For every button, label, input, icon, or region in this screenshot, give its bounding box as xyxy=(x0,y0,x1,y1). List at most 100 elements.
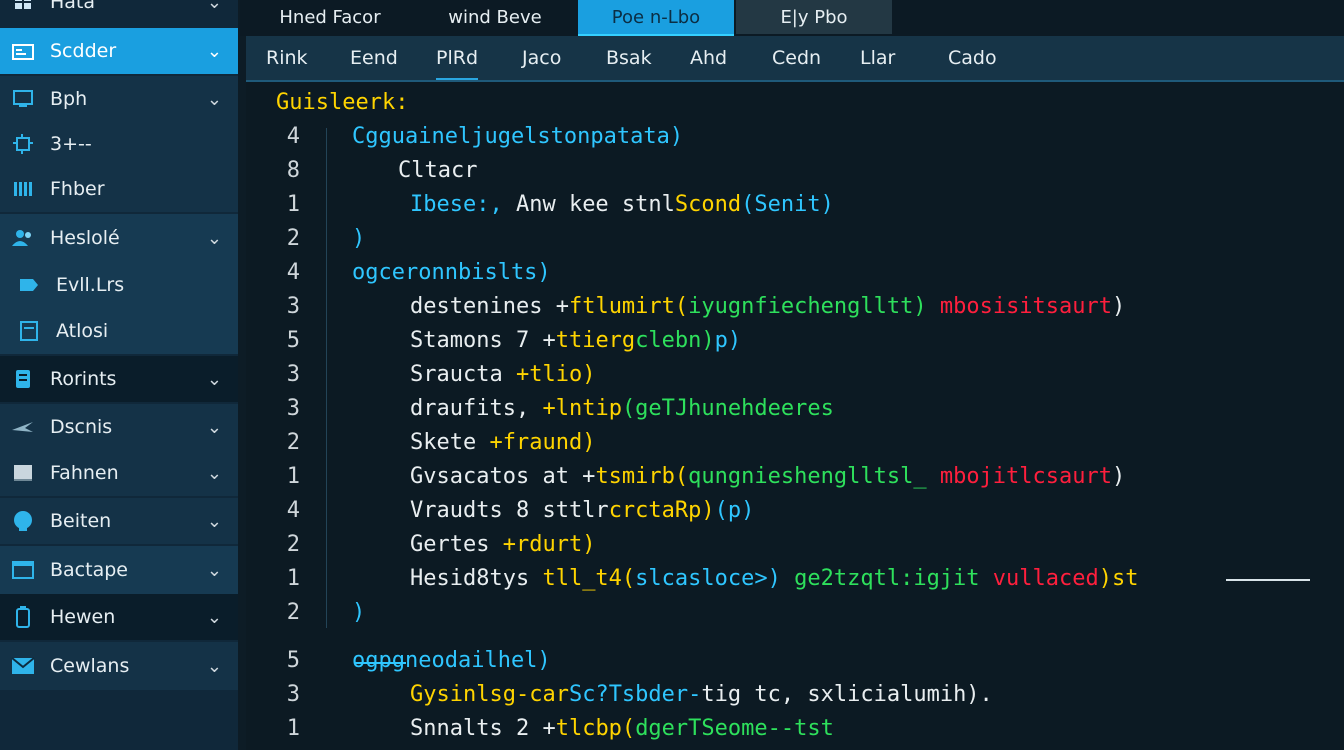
code-token: Cgguaineljugelstonpatata) xyxy=(352,124,684,149)
code-line[interactable]: destenines +ftlumirt(iyugnfiechenglltt) … xyxy=(410,294,1125,319)
sidebar-item-evllrs[interactable]: Evll.Lrs xyxy=(0,262,238,308)
sidebar-item-heslole[interactable]: Heslolé ⌄ xyxy=(0,214,238,262)
sidebar-item-hewen[interactable]: Hewen ⌄ xyxy=(0,594,238,640)
code-line[interactable]: draufits, +lntip(geTJhunehdeeres xyxy=(410,396,834,421)
menu-plrd[interactable]: PlRd xyxy=(436,36,478,80)
sidebar-item-3[interactable]: 3+-- xyxy=(0,122,238,166)
code-line[interactable]: Sraucta +tlio) xyxy=(410,362,595,387)
code-token: +tlio) xyxy=(515,362,596,387)
grid-icon xyxy=(10,0,36,13)
chevron-down-icon: ⌄ xyxy=(206,416,222,438)
menu-cedn[interactable]: Cedn xyxy=(772,36,821,80)
code-line[interactable]: Hesid8tys tll_t4(slcasloce>) ge2tzqtl:ig… xyxy=(410,566,1139,591)
globe-icon xyxy=(10,510,36,532)
line-number: 1 xyxy=(286,716,300,741)
code-token: tst xyxy=(794,716,834,741)
sidebar-item-label: Cewlans xyxy=(50,655,130,677)
code-token: tsmirb( xyxy=(595,464,689,489)
line-number: 3 xyxy=(286,294,300,319)
sidebar-item-rorints[interactable]: Rorints ⌄ xyxy=(0,356,238,402)
sidebar-item-atlosi[interactable]: Atlosi xyxy=(0,308,238,354)
code-line[interactable]: Gysinlsg-carSc?Tsbder-tig tc, sxlicialum… xyxy=(410,682,993,707)
chip-icon xyxy=(10,133,36,155)
code-token: Skete xyxy=(410,430,490,455)
code-line[interactable]: Gertes +rdurt) xyxy=(410,532,595,557)
window-icon xyxy=(10,559,36,581)
sidebar-item-label: Beiten xyxy=(50,510,112,532)
code-line[interactable]: Snnalts 2 +tlcbp(dgerTSeome--tst xyxy=(410,716,834,741)
line-number: 2 xyxy=(286,226,300,251)
code-line[interactable]: ) xyxy=(352,226,365,251)
code-line[interactable]: ogceronnbislts) xyxy=(352,260,551,285)
line-number: 3 xyxy=(286,396,300,421)
menu-eend[interactable]: Eend xyxy=(350,36,398,80)
menu-llar[interactable]: Llar xyxy=(860,36,895,80)
menu-bsak[interactable]: Bsak xyxy=(606,36,652,80)
sidebar-item-label: Hewen xyxy=(50,606,116,628)
code-line[interactable]: Stamons 7 +ttiergclebn)p) xyxy=(410,328,741,353)
code-token: Snnalts 2 + xyxy=(410,716,556,741)
tab-wind-beve[interactable]: wind Beve xyxy=(420,0,570,34)
line-number: 8 xyxy=(286,158,300,183)
sidebar-item-cewlans[interactable]: Cewlans ⌄ xyxy=(0,642,238,690)
code-token: ) xyxy=(1112,464,1126,489)
sidebar-item-fhber[interactable]: Fhber xyxy=(0,166,238,212)
tab-bar: Hned Facor wind Beve Poe n-Lbo E|y Pbo xyxy=(240,0,1344,37)
sidebar-item-scdder[interactable]: Scdder ⌄ xyxy=(0,28,238,74)
code-line[interactable]: Vraudts 8 sttlrcrctaRp)(p) xyxy=(410,498,754,523)
code-token: ttierg xyxy=(555,328,636,353)
line-number: 5 xyxy=(286,648,300,673)
line-number: 4 xyxy=(286,498,300,523)
code-token: mbojitlcsaurt xyxy=(926,464,1113,489)
code-line[interactable]: Ibese:, Anw kee stnlScond(Senit) xyxy=(410,192,834,217)
sidebar-item-label: Bactape xyxy=(50,559,128,581)
tab-poe-n-lbo[interactable]: Poe n-Lbo xyxy=(578,0,734,37)
sidebar-item-label: Evll.Lrs xyxy=(56,274,125,296)
tab-ey-pbo[interactable]: E|y Pbo xyxy=(736,0,892,34)
indent-guide xyxy=(326,128,327,628)
code-line[interactable]: ogpgneodailhel) xyxy=(352,648,551,673)
code-token: ogceronnbislts) xyxy=(352,260,551,285)
code-token: (geTJhunehdeeres xyxy=(621,396,834,421)
sidebar-item-label: Dscnis xyxy=(50,416,113,438)
sidebar-item-bph[interactable]: Bph ⌄ xyxy=(0,76,238,122)
code-token: ) xyxy=(1112,294,1126,319)
menu-jaco[interactable]: Jaco xyxy=(522,36,561,80)
code-token: draufits, xyxy=(410,396,530,421)
sidebar-item-beiten[interactable]: Beiten ⌄ xyxy=(0,498,238,544)
code-token: ysinlsg-car xyxy=(423,682,569,707)
code-token: Ibese:, xyxy=(410,192,503,217)
code-line[interactable]: Skete +fraund) xyxy=(410,430,595,455)
sidebar-item-bactape[interactable]: Bactape ⌄ xyxy=(0,546,238,594)
line-number: 3 xyxy=(286,682,300,707)
menu-cado[interactable]: Cado xyxy=(948,36,997,80)
code-line[interactable]: Cgguaineljugelstonpatata) xyxy=(352,124,683,149)
code-line[interactable]: Cltacr xyxy=(398,158,477,183)
sidebar-item-hata[interactable]: Hata ⌄ xyxy=(0,0,238,18)
code-token: Vraudts 8 sttlr xyxy=(410,498,609,523)
menu-ahd[interactable]: Ahd xyxy=(690,36,727,80)
code-line[interactable]: ) xyxy=(352,600,365,625)
chevron-down-icon: ⌄ xyxy=(206,227,222,249)
sidebar-item-dscnis[interactable]: Dscnis ⌄ xyxy=(0,404,238,450)
menu-rink[interactable]: Rink xyxy=(266,36,308,80)
code-token: destenines + xyxy=(410,294,569,319)
line-number: 1 xyxy=(286,192,300,217)
code-token: (Senit) xyxy=(741,192,834,217)
chevron-down-icon: ⌄ xyxy=(206,606,222,628)
line-number: 1 xyxy=(286,464,300,489)
sidebar-item-label: Fahnen xyxy=(50,462,119,484)
sidebar-item-label: Fhber xyxy=(50,178,105,200)
sidebar-item-label: Atlosi xyxy=(56,320,109,342)
monitor-icon xyxy=(10,88,36,110)
code-line[interactable]: Gvsacatos at +tsmirb(qungnieshenglltsl_ … xyxy=(410,464,1125,489)
line-number: 2 xyxy=(286,532,300,557)
code-token: (p) xyxy=(714,498,755,523)
tab-hned-facor[interactable]: Hned Facor xyxy=(250,0,410,34)
code-token: )st xyxy=(1098,566,1139,591)
code-token: tig tc, sxlicialumih). xyxy=(701,682,993,707)
server-icon xyxy=(10,368,36,390)
code-token: Sraucta xyxy=(410,362,516,387)
sidebar-item-fahnen[interactable]: Fahnen ⌄ xyxy=(0,450,238,496)
file-icon xyxy=(16,320,42,342)
